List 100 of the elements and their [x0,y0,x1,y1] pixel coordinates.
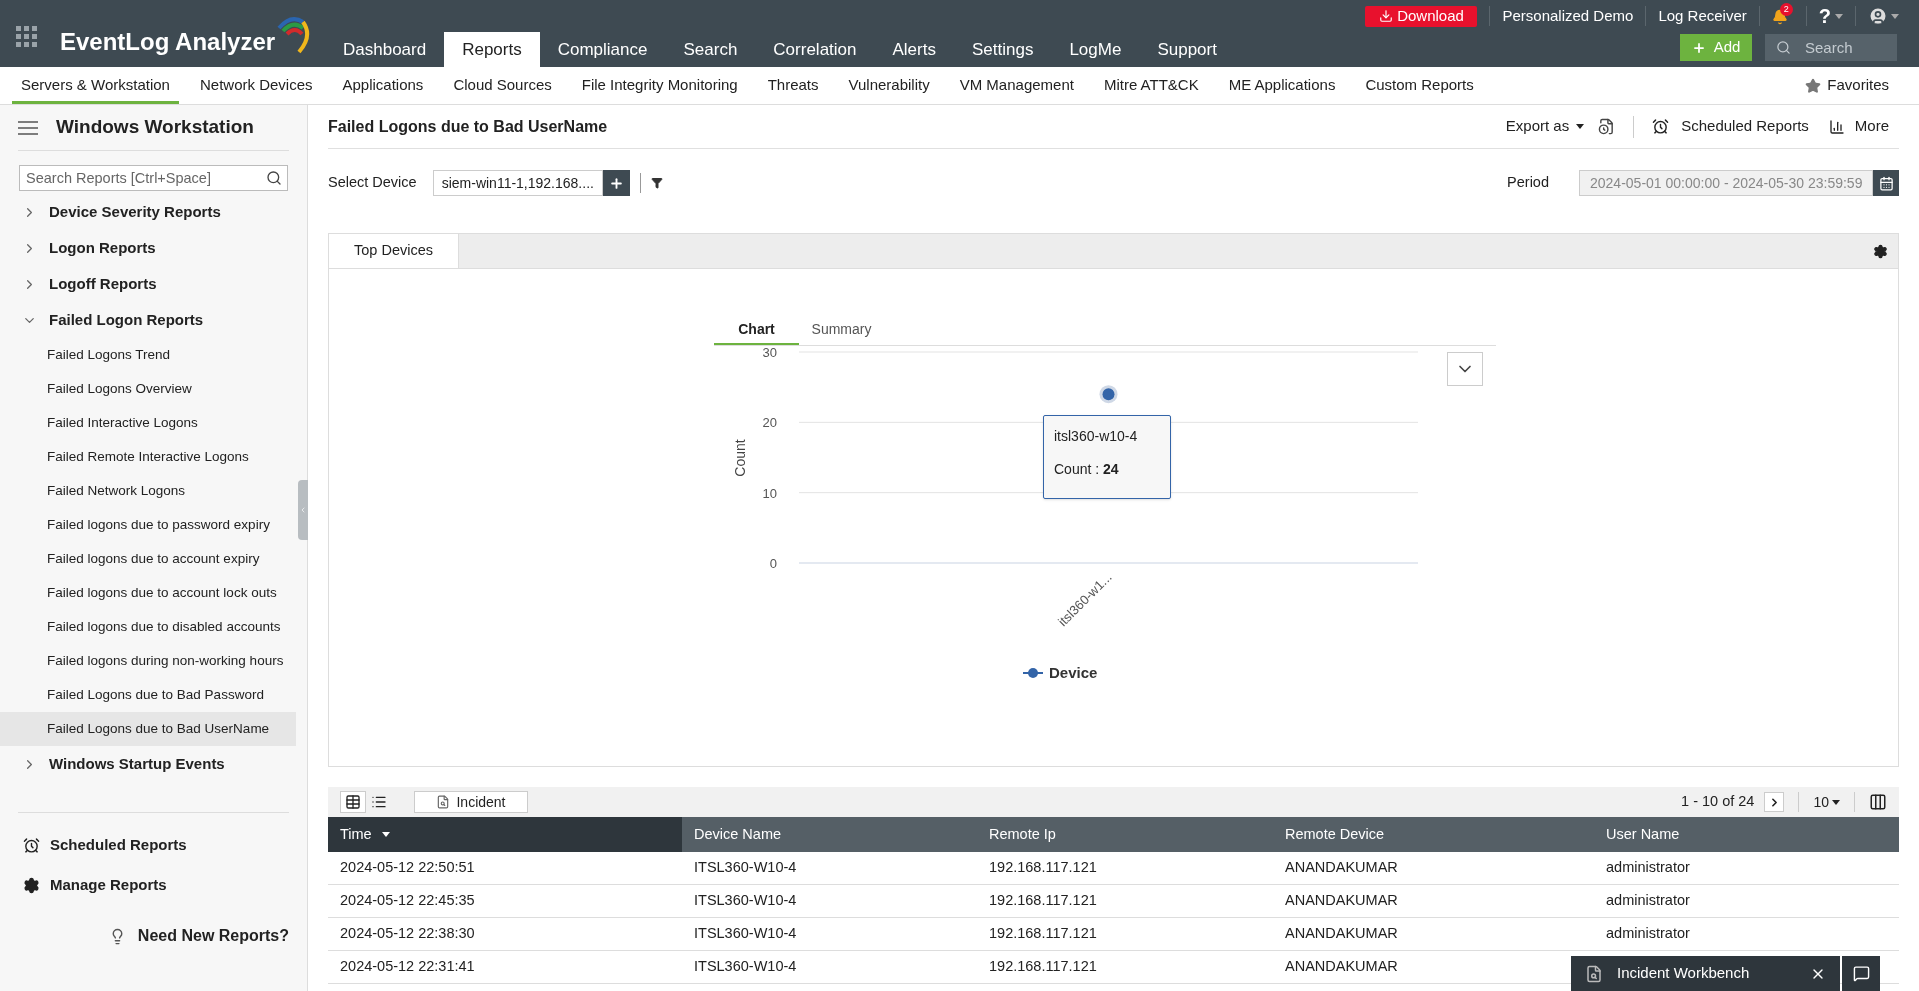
export-button[interactable]: Export as [1505,115,1585,138]
app-logo-text: EventLog Analyzer [60,26,276,57]
report-group[interactable]: Device Severity Reports [0,194,307,230]
incident-button[interactable]: Incident [414,791,528,813]
tooltip-value: Count : 24 [1054,460,1120,479]
add-device-button[interactable] [602,170,630,196]
view-toggle[interactable] [340,791,366,813]
search-icon [266,170,282,186]
sidebar-footer-link[interactable]: Manage Reports [18,865,289,905]
report-group[interactable]: Logoff Reports [0,266,307,302]
settings-icon [1872,243,1888,259]
columns-icon[interactable] [1869,793,1887,811]
column-header[interactable]: Remote Device [1273,817,1594,852]
table-cell-text: 192.168.117.121 [988,924,1098,944]
table-cell-text: 2024-05-12 22:50:51 [339,858,476,878]
legend-marker-icon [1022,668,1044,678]
main-nav-tab[interactable]: Compliance [539,32,666,67]
table-cell-text: 2024-05-12 22:38:30 [339,924,476,944]
y-tick-label: 10 [762,485,777,501]
next-page-button[interactable] [1764,792,1785,812]
search-field[interactable]: Search [1765,34,1897,61]
caret-icon [1832,799,1840,805]
report-item[interactable]: Failed Logons Trend [0,338,296,372]
main-nav-tab[interactable]: Settings [953,32,1052,67]
favorites-button[interactable]: Favorites [1805,67,1913,104]
device-field[interactable]: siem-win11-1,192.168.... [432,170,603,196]
main-nav-tab[interactable]: Correlation [755,32,875,67]
column-header[interactable]: Remote Ip [977,817,1273,852]
chat-button[interactable] [1842,956,1880,991]
schedule-file-icon[interactable] [1598,118,1616,135]
download-button[interactable]: Download [1365,5,1478,27]
table-cell-text: ITSL360-W10-4 [693,858,798,878]
report-search-field[interactable]: Search Reports [Ctrl+Space] [19,165,288,191]
sub-nav-tab[interactable]: Mitre ATT&CK [1094,67,1208,104]
page-size-select[interactable]: 10 [1813,791,1840,813]
table-cell-text: 192.168.117.121 [988,891,1098,911]
sub-nav-tab[interactable]: File Integrity Monitoring [572,67,747,104]
more-button[interactable]: More [1828,115,1889,138]
user-menu-button[interactable] [1868,6,1899,26]
report-title: Failed Logons due to Bad UserName [328,116,608,137]
sub-nav-tab[interactable]: Threats [758,67,828,104]
main-nav-tab[interactable]: Search [665,32,756,67]
table-cell-text: ITSL360-W10-4 [693,891,798,911]
calendar-button[interactable] [1873,170,1899,196]
collapse-handle[interactable] [298,480,308,540]
sub-nav-tab[interactable]: VM Management [950,67,1083,104]
main-nav-tab[interactable]: Support [1139,32,1235,67]
pagination-text: 1 - 10 of 24 [1681,792,1755,812]
header-link[interactable]: Log Receiver [1658,4,1747,28]
report-item[interactable]: Failed logons during non-working hours [0,644,296,678]
legend-label[interactable]: Device [1049,664,1098,681]
report-item[interactable]: Failed logons due to account expiry [0,542,296,576]
panel-tab[interactable]: Top Devices [329,234,459,268]
sub-nav-tab[interactable]: Network Devices [190,67,322,104]
sub-nav-tab[interactable]: ME Applications [1219,67,1345,104]
main-nav-tab[interactable]: Dashboard [325,32,445,67]
report-item[interactable]: Failed Logons due to Bad Password [0,678,296,712]
report-group[interactable]: Windows Startup Events [0,746,307,782]
sidebar-footer-link[interactable]: Scheduled Reports [18,825,289,865]
report-item[interactable]: Failed logons due to disabled accounts [0,610,296,644]
table-cell-text: ITSL360-W10-4 [693,924,798,944]
help-button[interactable]: ? [1818,1,1843,31]
chart-tab[interactable]: Summary [799,315,884,345]
report-item[interactable]: Failed Logons Overview [0,372,296,406]
scheduled-reports-button[interactable]: Scheduled Reports [1652,115,1809,138]
table-cell-text: ANANDAKUMAR [1284,924,1399,944]
caret-icon [1835,13,1843,19]
menu-icon[interactable] [18,120,38,135]
app-grid-icon[interactable] [16,25,38,48]
table-cell-text: ANANDAKUMAR [1284,858,1399,878]
report-group[interactable]: Logon Reports [0,230,307,266]
tooltip-title: itsl360-w10-4 [1054,427,1139,446]
main-nav-tab[interactable]: LogMe [1051,32,1140,67]
data-point[interactable] [1099,385,1118,404]
report-item[interactable]: Failed Logons due to Bad UserName [0,712,296,746]
chart-tab[interactable]: Chart [714,315,799,345]
incident-workbench-bar[interactable]: Incident Workbench [1571,956,1840,991]
help-link[interactable]: Need New Reports? [137,924,289,948]
table-cell-text: ITSL360-W10-4 [693,957,798,977]
sub-nav-tab[interactable]: Applications [333,67,433,104]
report-item[interactable]: Failed logons due to account lock outs [0,576,296,610]
caret-icon [381,832,390,837]
report-item[interactable]: Failed Interactive Logons [0,406,296,440]
workbench-title: Incident Workbench [1617,963,1751,984]
report-group[interactable]: Failed Logon Reports [0,302,307,338]
report-item[interactable]: Failed Remote Interactive Logons [0,440,296,474]
column-header[interactable]: User Name [1594,817,1899,852]
sub-nav-tab[interactable]: Vulnerability [839,67,939,104]
main-nav-tab[interactable]: Alerts [874,32,954,67]
sub-nav-tab[interactable]: Custom Reports [1356,67,1483,104]
header-link[interactable]: Personalized Demo [1502,4,1634,28]
column-header[interactable]: Device Name [682,817,977,852]
notification-button[interactable]: 2 [1771,6,1794,26]
main-nav-tab[interactable]: Reports [444,32,540,67]
report-item[interactable]: Failed Network Logons [0,474,296,508]
gear-icon [23,876,40,894]
column-header[interactable]: Time [328,817,682,852]
sub-nav-tab[interactable]: Cloud Sources [444,67,561,104]
report-item[interactable]: Failed logons due to password expiry [0,508,296,542]
filter-icon[interactable] [650,177,663,189]
